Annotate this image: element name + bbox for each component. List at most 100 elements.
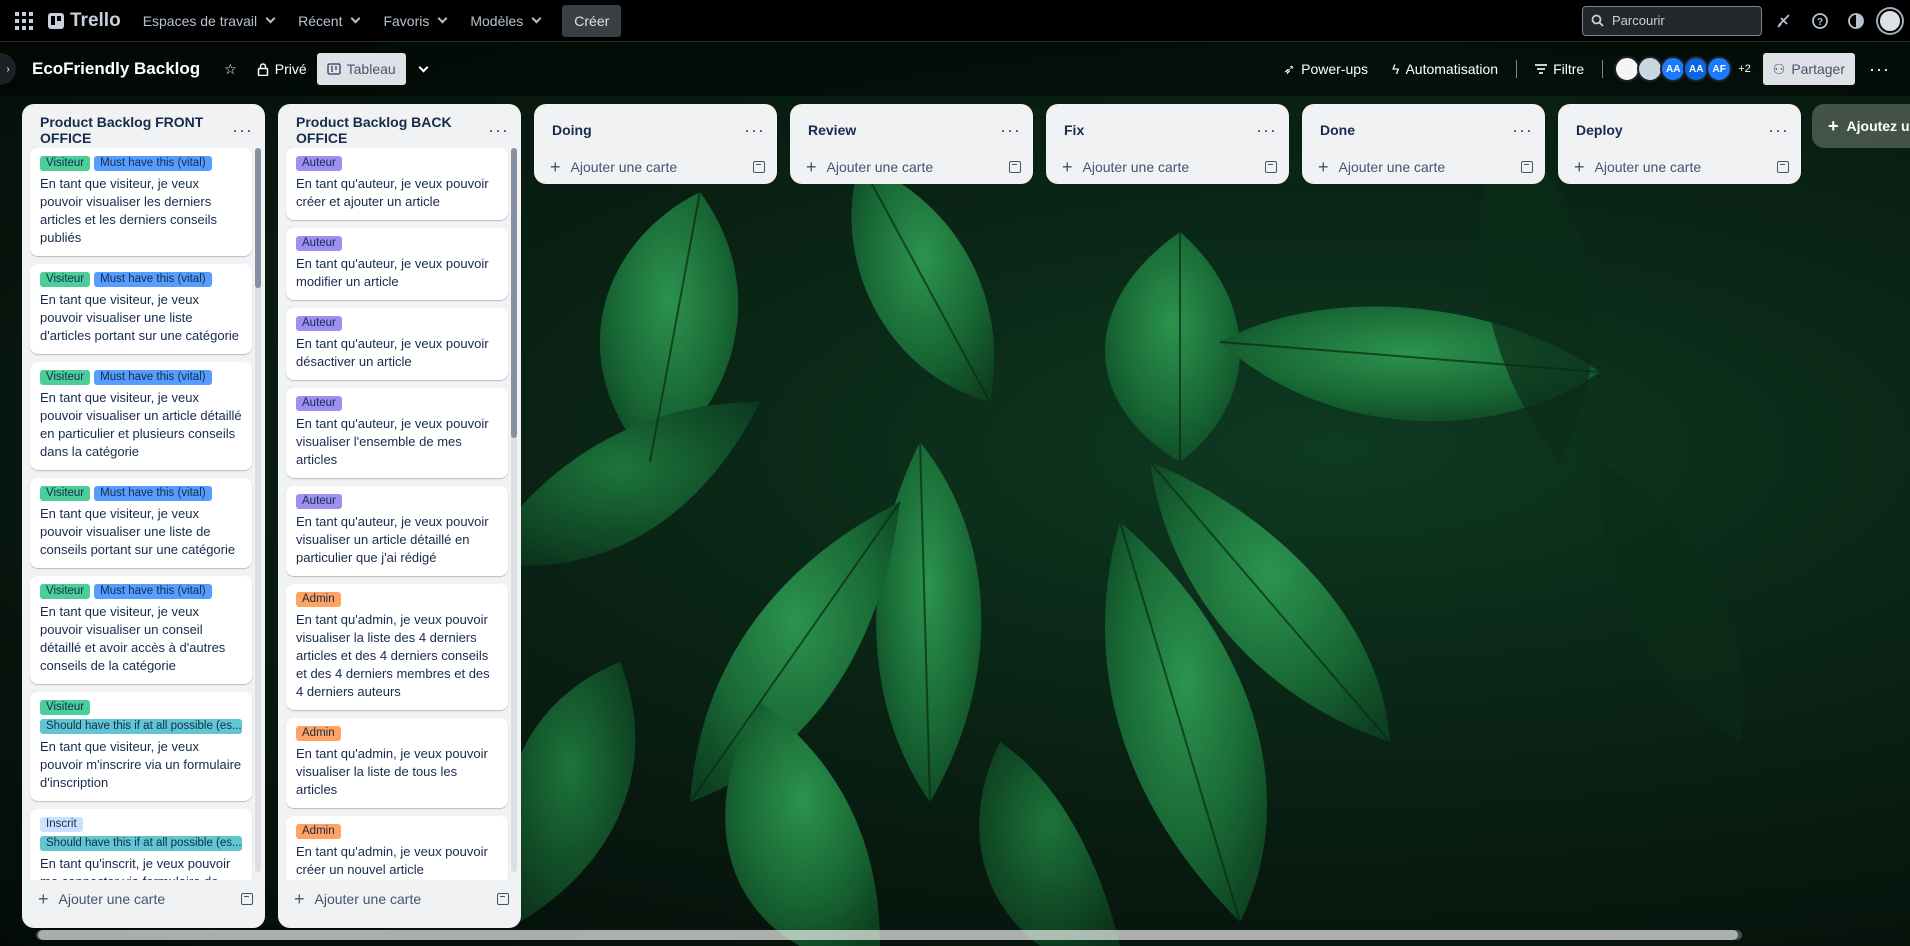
card-label-must[interactable]: Must have this (vital) [94, 584, 212, 599]
user-avatar[interactable] [1878, 8, 1902, 33]
star-board-button[interactable]: ☆ [214, 53, 247, 85]
list-menu-icon[interactable]: ··· [744, 121, 765, 139]
card[interactable]: Visiteur Must have this (vital) En tant qu… [30, 362, 252, 470]
card-template-icon[interactable] [1009, 161, 1021, 173]
automation-button[interactable]: ϟ Automatisation [1382, 53, 1508, 85]
board-view-button[interactable]: Tableau [316, 53, 406, 85]
nav-recent-button[interactable]: Récent [288, 5, 369, 37]
list-title[interactable]: Product Backlog BACK OFFICE [296, 114, 488, 146]
card[interactable]: Auteur En tant qu'auteur, je veux pouvoir… [286, 308, 508, 380]
visibility-button[interactable]: Privé [247, 53, 317, 85]
card-label-must[interactable]: Must have this (vital) [94, 486, 212, 501]
card-label-visiteur[interactable]: Visiteur [40, 584, 91, 599]
card[interactable]: Inscrit Should have this if at all possib… [30, 809, 252, 880]
view-switcher-button[interactable] [406, 53, 437, 85]
card-template-icon[interactable] [241, 893, 253, 905]
list-title[interactable]: Review [808, 122, 856, 138]
list-scrollbar[interactable] [511, 148, 517, 872]
card[interactable]: Admin En tant qu'admin, je veux pouvoir c… [286, 816, 508, 880]
add-card-button[interactable]: + Ajouter une carte [22, 880, 265, 920]
card-label-should[interactable]: Should have this if at all possible (es.… [40, 836, 242, 851]
share-button[interactable]: ⚇ Partager [1762, 53, 1856, 85]
list-menu-icon[interactable]: ··· [1512, 121, 1533, 139]
add-card-button[interactable]: + Ajouter une carte [534, 148, 777, 188]
card-label-inscrit[interactable]: Inscrit [40, 817, 83, 832]
card-label-admin[interactable]: Admin [296, 824, 341, 839]
list[interactable]: Product Backlog BACK OFFICE ··· Auteur En t… [278, 104, 521, 928]
scrollbar-thumb[interactable] [38, 930, 1738, 940]
card-template-icon[interactable] [497, 893, 509, 905]
list-title[interactable]: Doing [552, 122, 592, 138]
more-members-count[interactable]: +2 [1738, 63, 1751, 75]
list-title[interactable]: Deploy [1576, 122, 1623, 138]
card-label-auteur[interactable]: Auteur [296, 494, 342, 509]
card[interactable]: Visiteur Should have this if at all possi… [30, 692, 252, 801]
card-label-visiteur[interactable]: Visiteur [40, 486, 91, 501]
card[interactable]: Auteur En tant qu'auteur, je veux pouvoir… [286, 228, 508, 300]
add-card-button[interactable]: + Ajouter une carte [278, 880, 521, 920]
card-label-must[interactable]: Must have this (vital) [94, 156, 212, 171]
list-menu-icon[interactable]: ··· [488, 121, 509, 139]
card-label-must[interactable]: Must have this (vital) [94, 370, 212, 385]
list-menu-icon[interactable]: ··· [232, 121, 253, 139]
list[interactable]: Fix ··· + Ajouter une carte [1046, 104, 1289, 184]
list-menu-icon[interactable]: ··· [1256, 121, 1277, 139]
card-template-icon[interactable] [1521, 161, 1533, 173]
list[interactable]: Review ··· + Ajouter une carte [790, 104, 1033, 184]
board-title[interactable]: EcoFriendly Backlog [32, 59, 200, 79]
notifications-icon[interactable] [1770, 7, 1798, 35]
card-label-admin[interactable]: Admin [296, 592, 341, 607]
sidebar-toggle-icon[interactable]: › [0, 53, 16, 85]
board-menu-button[interactable]: ··· [1859, 53, 1900, 85]
list[interactable]: Done ··· + Ajouter une carte [1302, 104, 1545, 184]
card-template-icon[interactable] [1777, 161, 1789, 173]
card[interactable]: Auteur En tant qu'auteur, je veux pouvoir… [286, 148, 508, 220]
list[interactable]: Product Backlog FRONT OFFICE ··· Visiteur M… [22, 104, 265, 928]
nav-starred-button[interactable]: Favoris [373, 5, 456, 37]
list[interactable]: Deploy ··· + Ajouter une carte [1558, 104, 1801, 184]
card-label-should[interactable]: Should have this if at all possible (es.… [40, 719, 242, 734]
list-title[interactable]: Fix [1064, 122, 1084, 138]
card-label-visiteur[interactable]: Visiteur [40, 370, 91, 385]
help-icon[interactable]: ? [1806, 7, 1834, 35]
card[interactable]: Auteur En tant qu'auteur, je veux pouvoir… [286, 486, 508, 576]
card[interactable]: Visiteur Must have this (vital) En tant qu… [30, 478, 252, 568]
list-title[interactable]: Done [1320, 122, 1355, 138]
list-menu-icon[interactable]: ··· [1000, 121, 1021, 139]
theme-toggle-icon[interactable] [1842, 7, 1870, 35]
card-label-visiteur[interactable]: Visiteur [40, 272, 91, 287]
add-list-button[interactable]: + Ajoutez une [1812, 104, 1910, 148]
filter-button[interactable]: Filtre [1525, 53, 1594, 85]
card-label-auteur[interactable]: Auteur [296, 236, 342, 251]
app-switcher-icon[interactable] [8, 5, 40, 37]
card[interactable]: Admin En tant qu'admin, je veux pouvoir v… [286, 584, 508, 710]
card[interactable]: Visiteur Must have this (vital) En tant qu… [30, 576, 252, 684]
card[interactable]: Visiteur Must have this (vital) En tant qu… [30, 148, 252, 256]
card-template-icon[interactable] [753, 161, 765, 173]
card-template-icon[interactable] [1265, 161, 1277, 173]
card-label-auteur[interactable]: Auteur [296, 156, 342, 171]
list-scrollbar-thumb[interactable] [511, 148, 517, 438]
list-menu-icon[interactable]: ··· [1768, 121, 1789, 139]
nav-workspaces-button[interactable]: Espaces de travail [133, 5, 284, 37]
list-title[interactable]: Product Backlog FRONT OFFICE [40, 114, 232, 146]
list-scrollbar-thumb[interactable] [255, 148, 261, 288]
add-card-button[interactable]: + Ajouter une carte [1046, 148, 1289, 188]
list[interactable]: Doing ··· + Ajouter une carte [534, 104, 777, 184]
add-card-button[interactable]: + Ajouter une carte [790, 148, 1033, 188]
list-scrollbar[interactable] [255, 148, 261, 872]
member-avatar[interactable]: AF [1706, 56, 1733, 82]
card-label-must[interactable]: Must have this (vital) [94, 272, 212, 287]
create-button[interactable]: Créer [562, 4, 622, 37]
card-label-auteur[interactable]: Auteur [296, 396, 342, 411]
trello-logo[interactable]: Trello [44, 10, 129, 32]
search-input[interactable]: Parcourir [1582, 5, 1762, 36]
add-card-button[interactable]: + Ajouter une carte [1302, 148, 1545, 188]
card-label-visiteur[interactable]: Visiteur [40, 156, 91, 171]
board-horizontal-scrollbar[interactable] [36, 930, 1742, 940]
card-label-visiteur[interactable]: Visiteur [40, 700, 91, 715]
card[interactable]: Auteur En tant qu'auteur, je veux pouvoir… [286, 388, 508, 478]
powerups-button[interactable]: ➶ Power-ups [1273, 53, 1378, 85]
add-card-button[interactable]: + Ajouter une carte [1558, 148, 1801, 188]
card[interactable]: Admin En tant qu'admin, je veux pouvoir v… [286, 718, 508, 808]
